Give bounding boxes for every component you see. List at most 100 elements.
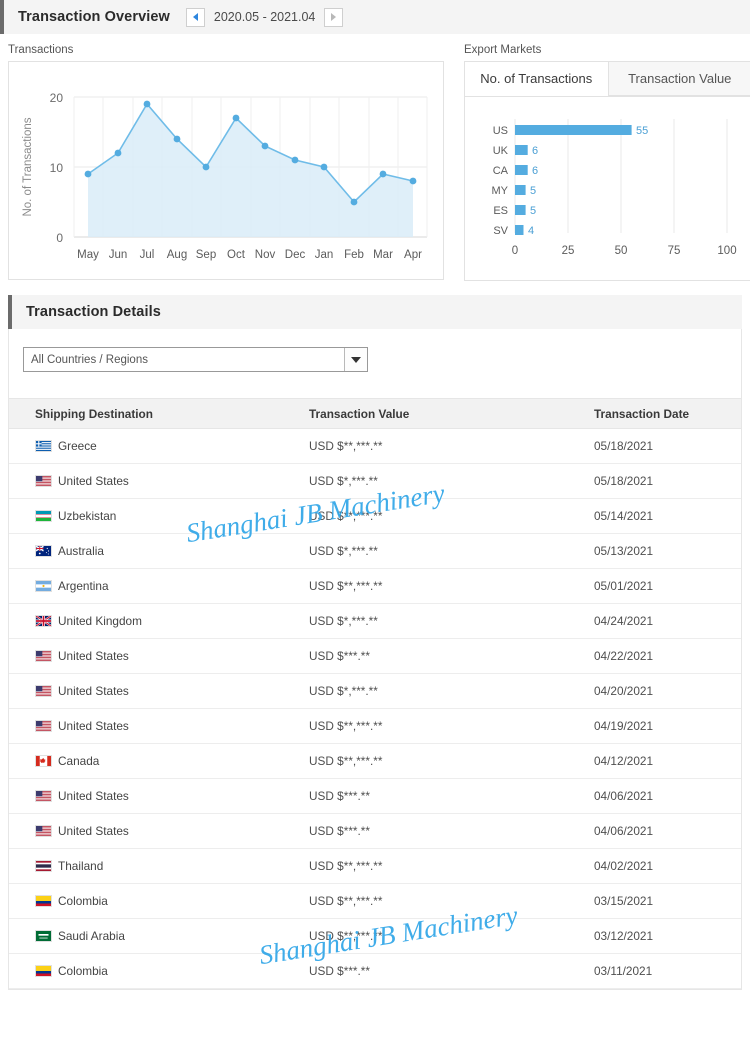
table-row[interactable]: United States USD $***.** 04/06/2021 [9,778,741,814]
cell-transaction-value: USD $***.** [299,638,584,674]
svg-text:ES: ES [493,205,508,217]
column-transaction-date: Transaction Date [584,398,741,429]
table-row[interactable]: Saudi Arabia USD $**,***.** 03/12/2021 [9,918,741,954]
country-region-select[interactable]: All Countries / Regions [23,347,368,372]
cell-transaction-date: 04/06/2021 [584,813,741,849]
chevron-right-icon [331,13,337,21]
table-row[interactable]: Colombia USD $***.** 03/11/2021 [9,953,741,989]
table-header-row: Shipping Destination Transaction Value T… [9,398,741,429]
details-title: Transaction Details [26,304,161,320]
table-row[interactable]: Canada USD $**,***.** 04/12/2021 [9,743,741,779]
destination-label: Argentina [58,579,109,593]
destination-label: Uzbekistan [58,509,117,523]
column-shipping-destination: Shipping Destination [9,398,299,429]
svg-text:5: 5 [530,205,536,217]
svg-text:Oct: Oct [227,249,246,261]
flag-icon [35,930,52,942]
transactions-chart-panel: Transactions 20 10 0 No. of Transactions… [8,44,444,281]
country-region-select-value: All Countries / Regions [31,353,148,366]
flag-icon [35,440,52,452]
cell-shipping-destination: United States [9,673,299,709]
cell-transaction-value: USD $**,***.** [299,568,584,604]
cell-shipping-destination: Colombia [9,883,299,919]
cell-transaction-value: USD $**,***.** [299,428,584,464]
cell-transaction-value: USD $***.** [299,953,584,989]
tab-transaction-value[interactable]: Transaction Value [607,62,750,96]
dashboard-page: Transaction Overview 2020.05 - 2021.04 T… [0,0,750,1055]
cell-transaction-date: 03/12/2021 [584,918,741,954]
flag-icon [35,965,52,977]
table-row[interactable]: United States USD $**,***.** 04/19/2021 [9,708,741,744]
export-markets-bar-chart: US UK CA MY ES SV 55 6 6 5 5 4 0 25 50 7… [465,97,750,280]
cell-transaction-date: 05/14/2021 [584,498,741,534]
destination-label: Canada [58,754,100,768]
table-row[interactable]: United States USD $*,***.** 04/20/2021 [9,673,741,709]
cell-transaction-value: USD $**,***.** [299,883,584,919]
table-row[interactable]: United States USD $***.** 04/06/2021 [9,813,741,849]
overview-charts-row: Transactions 20 10 0 No. of Transactions… [0,34,750,281]
chevron-down-icon[interactable] [344,348,367,371]
svg-text:Apr: Apr [404,249,422,261]
cell-transaction-date: 05/18/2021 [584,463,741,499]
cell-shipping-destination: Argentina [9,568,299,604]
cell-transaction-value: USD $***.** [299,778,584,814]
flag-icon [35,475,52,487]
svg-text:Dec: Dec [285,249,306,261]
next-period-button[interactable] [324,7,344,27]
destination-label: United States [58,824,129,838]
flag-icon [35,615,52,627]
tab-no-of-transactions[interactable]: No. of Transactions [465,62,608,96]
cell-transaction-value: USD $**,***.** [299,848,584,884]
cell-transaction-value: USD $**,***.** [299,498,584,534]
flag-icon [35,510,52,522]
svg-text:25: 25 [562,245,575,257]
svg-text:Feb: Feb [344,249,364,261]
cell-transaction-value: USD $**,***.** [299,708,584,744]
table-row[interactable]: Australia USD $*,***.** 05/13/2021 [9,533,741,569]
table-row[interactable]: Greece USD $**,***.** 05/18/2021 [9,428,741,464]
flag-icon [35,755,52,767]
cell-transaction-date: 03/15/2021 [584,883,741,919]
table-row[interactable]: United Kingdom USD $*,***.** 04/24/2021 [9,603,741,639]
destination-label: Colombia [58,964,108,978]
cell-shipping-destination: Canada [9,743,299,779]
svg-text:75: 75 [668,245,681,257]
table-head: Shipping Destination Transaction Value T… [9,398,741,429]
flag-icon [35,545,52,557]
chevron-left-icon [192,13,198,21]
table-body: Greece USD $**,***.** 05/18/2021 United St… [9,428,741,989]
export-markets-tabs: No. of Transactions Transaction Value [465,62,750,97]
table-row[interactable]: United States USD $*,***.** 05/18/2021 [9,463,741,499]
bar-chart-svg: US UK CA MY ES SV 55 6 6 5 5 4 0 25 50 7… [492,119,737,257]
cell-shipping-destination: United States [9,638,299,674]
svg-text:Jul: Jul [140,249,155,261]
destination-label: United Kingdom [58,614,142,628]
flag-icon [35,650,52,662]
date-range-nav: 2020.05 - 2021.04 [185,7,344,27]
table-row[interactable]: Argentina USD $**,***.** 05/01/2021 [9,568,741,604]
svg-text:US: US [493,125,508,137]
table-row[interactable]: Uzbekistan USD $**,***.** 05/14/2021 [9,498,741,534]
svg-text:4: 4 [528,225,534,237]
destination-label: United States [58,719,129,733]
svg-text:No. of Transactions: No. of Transactions [22,117,34,216]
prev-period-button[interactable] [185,7,205,27]
cell-transaction-value: USD $*,***.** [299,603,584,639]
svg-text:Nov: Nov [255,249,276,261]
cell-transaction-value: USD $**,***.** [299,918,584,954]
svg-text:100: 100 [717,245,736,257]
table-row[interactable]: Thailand USD $**,***.** 04/02/2021 [9,848,741,884]
flag-icon [35,895,52,907]
destination-label: United States [58,474,129,488]
cell-transaction-value: USD $***.** [299,813,584,849]
cell-transaction-date: 04/24/2021 [584,603,741,639]
cell-shipping-destination: United States [9,708,299,744]
cell-transaction-date: 05/18/2021 [584,428,741,464]
transaction-overview-header: Transaction Overview 2020.05 - 2021.04 [0,0,750,34]
flag-icon [35,580,52,592]
cell-transaction-date: 04/12/2021 [584,743,741,779]
table-row[interactable]: United States USD $***.** 04/22/2021 [9,638,741,674]
destination-label: United States [58,789,129,803]
cell-shipping-destination: United Kingdom [9,603,299,639]
table-row[interactable]: Colombia USD $**,***.** 03/15/2021 [9,883,741,919]
